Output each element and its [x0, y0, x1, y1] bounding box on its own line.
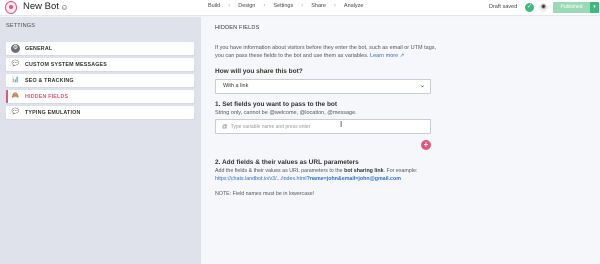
sidebar-item-label: SEO & TRACKING: [25, 77, 74, 84]
chevron-right-icon: ›: [333, 3, 336, 9]
chevron-right-icon: ›: [228, 3, 231, 9]
step1-subtitle: String only, cannot be @welcome, @locati…: [215, 110, 357, 116]
chart-icon: 📊: [11, 77, 20, 83]
typing-bubble-icon: 💬: [11, 109, 20, 115]
nav-share[interactable]: Share: [311, 3, 326, 9]
sidebar-item-label: GENERAL: [25, 45, 53, 52]
chevron-right-icon: ›: [301, 3, 304, 9]
sidebar-item-label: HIDDEN FIELDS: [25, 93, 69, 100]
intro-text: If you have information about visitors b…: [215, 44, 440, 60]
nav-settings[interactable]: Settings: [273, 3, 293, 9]
variable-name-input[interactable]: [230, 123, 411, 130]
landbot-logo-icon[interactable]: [5, 1, 17, 14]
step1-title: 1. Set fields you want to pass to the bo…: [215, 101, 338, 108]
external-link-icon[interactable]: ↗: [400, 53, 405, 59]
bot-avatar-icon[interactable]: ☺: [60, 3, 69, 12]
variable-name-field[interactable]: @: [215, 119, 431, 134]
chevron-down-icon: ⌄: [419, 83, 425, 89]
step2-text-end: . For example:: [383, 168, 418, 174]
speech-bubble-icon: 💬: [11, 61, 20, 67]
text-cursor-icon: I: [340, 120, 343, 129]
example-url[interactable]: https://chats.landbot.io/v3/.../index.ht…: [215, 176, 307, 182]
sidebar-item-label: TYPING EMULATION: [25, 109, 81, 116]
check-icon: ✓: [525, 3, 534, 12]
sidebar-item-label: CUSTOM SYSTEM MESSAGES: [25, 61, 108, 68]
publish-button[interactable]: Published: [553, 2, 590, 13]
hidden-fields-icon: 🙈: [11, 93, 20, 99]
learn-more-link[interactable]: Learn more: [370, 53, 398, 59]
preview-eye-icon[interactable]: ◉: [539, 3, 548, 12]
sidebar-item-hidden-fields[interactable]: 🙈 HIDDEN FIELDS: [6, 90, 194, 103]
hidden-fields-panel: HIDDEN FIELDS If you have information ab…: [201, 17, 600, 264]
bot-sharing-link-label: bot sharing link: [344, 168, 384, 174]
gear-icon: ⚙: [11, 44, 20, 53]
bot-name[interactable]: New Bot: [23, 1, 59, 12]
step2-description: Add the fields & their values as URL par…: [215, 168, 445, 183]
example-params: ?name=john&email=john@gmail.com: [306, 175, 401, 182]
share-method-value: With a link: [223, 83, 249, 89]
main-nav: Build › Design › Settings › Share › Anal…: [208, 3, 372, 9]
share-question: How will you share this bot?: [215, 68, 303, 75]
share-method-select[interactable]: With a link ⌄: [215, 79, 431, 94]
step2-title: 2. Add fields & their values as URL para…: [215, 159, 359, 166]
lowercase-note: NOTE: Field names must be in lowercase!: [215, 191, 315, 197]
publish-dropdown-chevron-icon[interactable]: ▾: [590, 2, 599, 13]
chevron-right-icon: ›: [263, 3, 266, 9]
at-icon: @: [222, 123, 228, 130]
nav-analyze[interactable]: Analyze: [344, 3, 364, 9]
top-bar: New Bot ☺ Build › Design › Settings › Sh…: [0, 0, 600, 16]
step2-text: Add the fields & their values as URL par…: [215, 168, 343, 174]
page-title: HIDDEN FIELDS: [215, 25, 260, 31]
sidebar-item-custom-system-messages[interactable]: 💬 CUSTOM SYSTEM MESSAGES: [6, 58, 194, 71]
settings-sidebar: SETTINGS ⚙ GENERAL 💬 CUSTOM SYSTEM MESSA…: [0, 17, 201, 264]
sidebar-title: SETTINGS: [6, 23, 36, 29]
nav-build[interactable]: Build: [208, 3, 220, 9]
sidebar-item-typing-emulation[interactable]: 💬 TYPING EMULATION: [6, 106, 194, 119]
save-status: Draft saved: [489, 4, 518, 10]
sidebar-item-seo-tracking[interactable]: 📊 SEO & TRACKING: [6, 74, 194, 87]
nav-design[interactable]: Design: [238, 3, 255, 9]
sidebar-item-general[interactable]: ⚙ GENERAL: [6, 42, 194, 55]
add-field-button[interactable]: +: [421, 140, 431, 150]
